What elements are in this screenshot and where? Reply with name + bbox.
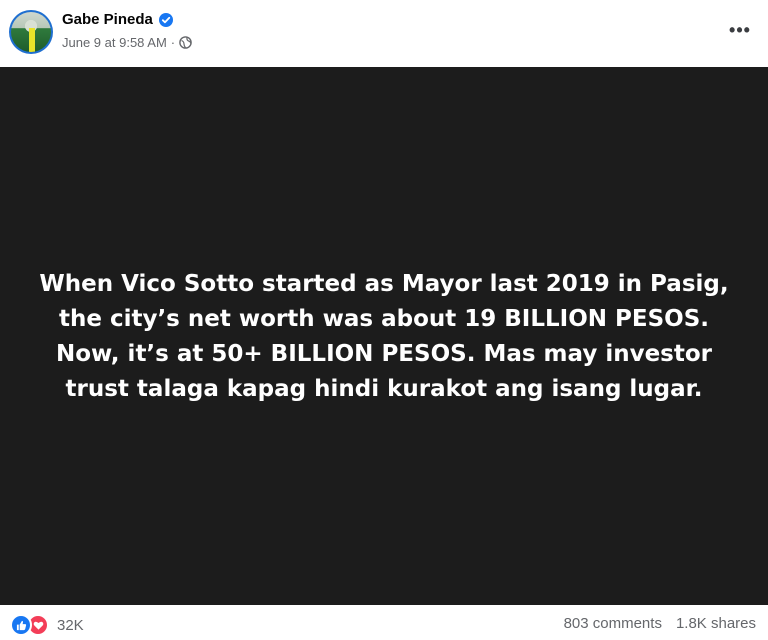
avatar-stripe — [29, 28, 35, 52]
more-options-icon: ••• — [729, 20, 751, 40]
shares-count[interactable]: 1.8K shares — [676, 615, 756, 632]
post-footer: 32K 803 comments 1.8K shares — [0, 605, 768, 640]
globe-icon[interactable] — [179, 36, 192, 49]
like-icon — [10, 614, 32, 636]
post-timestamp[interactable]: June 9 at 9:58 AM — [62, 35, 167, 50]
avatar-image — [11, 12, 51, 52]
avatar[interactable] — [9, 10, 53, 54]
reactions-summary[interactable]: 32K — [10, 614, 84, 636]
author-name[interactable]: Gabe Pineda — [62, 11, 153, 28]
author-row: Gabe Pineda — [62, 11, 173, 28]
verified-badge-icon — [158, 12, 173, 27]
reaction-count: 32K — [57, 616, 84, 634]
more-options-button[interactable]: ••• — [726, 18, 754, 42]
post-content: When Vico Sotto started as Mayor last 20… — [0, 67, 768, 605]
post-stats: 803 comments 1.8K shares — [564, 615, 756, 632]
comments-count[interactable]: 803 comments — [564, 615, 662, 632]
meta-separator: · — [170, 35, 176, 50]
post-meta: June 9 at 9:58 AM · — [62, 35, 192, 50]
post-header: Gabe Pineda June 9 at 9:58 AM · ••• — [0, 0, 768, 67]
facebook-post: Gabe Pineda June 9 at 9:58 AM · ••• When… — [0, 0, 768, 640]
post-text: When Vico Sotto started as Mayor last 20… — [39, 271, 729, 402]
